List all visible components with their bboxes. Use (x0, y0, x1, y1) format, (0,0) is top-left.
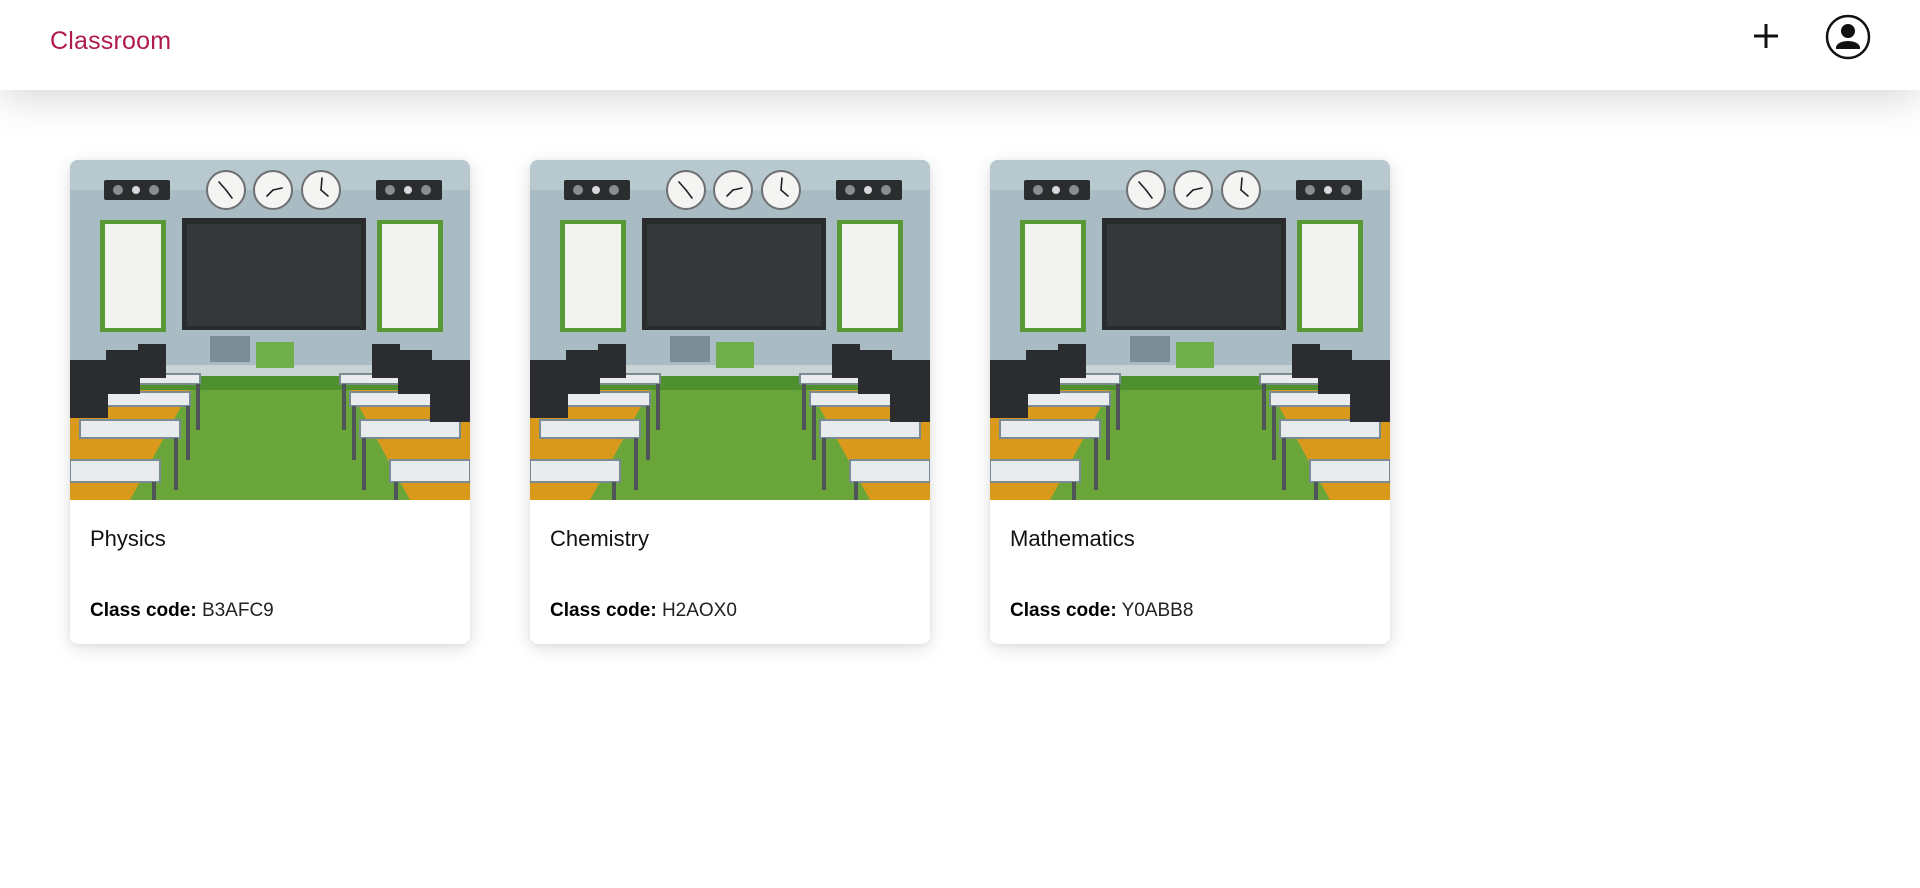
class-code: Class code: H2AOX0 (550, 600, 737, 622)
class-code-value: B3AFC9 (201, 600, 274, 621)
classroom-image (990, 160, 1390, 500)
top-app-bar: Classroom (0, 0, 1920, 90)
app-brand-title[interactable]: Classroom (50, 27, 171, 56)
class-card-physics[interactable]: Physics Class code: B3AFC9 (70, 160, 470, 644)
classroom-image (530, 160, 930, 500)
class-card-chemistry[interactable]: Chemistry Class code: H2AOX0 (530, 160, 930, 644)
class-code: Class code: B3AFC9 (90, 600, 274, 622)
class-code-value: Y0ABB8 (1121, 600, 1194, 621)
class-code-label: Class code: (1010, 600, 1117, 621)
class-code-label: Class code: (90, 600, 197, 621)
plus-icon (1754, 24, 1778, 48)
account-button[interactable] (1825, 14, 1871, 60)
add-class-button[interactable] (1748, 18, 1784, 54)
class-title: Mathematics (1010, 526, 1135, 551)
class-code-value: H2AOX0 (661, 600, 737, 621)
class-card-mathematics[interactable]: Mathematics Class code: Y0ABB8 (990, 160, 1390, 644)
class-title: Chemistry (550, 526, 650, 551)
class-title: Physics (90, 526, 166, 551)
account-circle-icon (1825, 14, 1871, 60)
class-code: Class code: Y0ABB8 (1010, 600, 1193, 622)
classroom-image (70, 160, 470, 500)
class-code-label: Class code: (550, 600, 657, 621)
